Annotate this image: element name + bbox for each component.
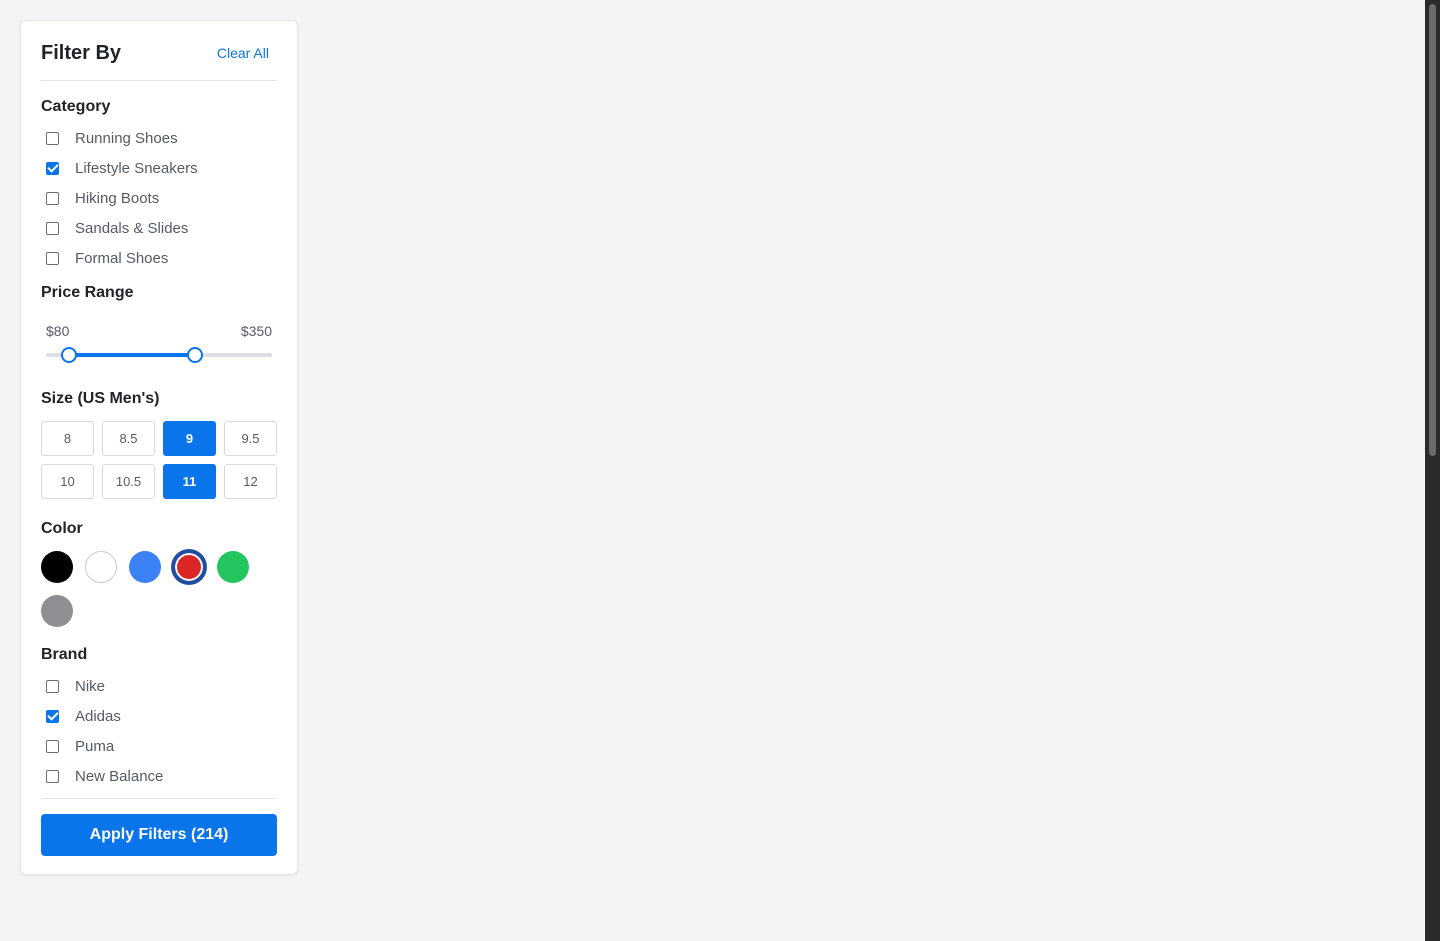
size-option-8[interactable]: 8 xyxy=(41,421,94,456)
checkbox[interactable] xyxy=(46,191,59,205)
filter-footer: Apply Filters (214) xyxy=(41,798,277,856)
color-swatch-gray[interactable] xyxy=(41,595,73,627)
price-min-label: $80 xyxy=(46,323,70,339)
size-option-9-5[interactable]: 9.5 xyxy=(224,421,277,456)
price-max-label: $350 xyxy=(240,323,272,339)
color-title: Color xyxy=(41,520,83,537)
page-scrollbar[interactable] xyxy=(1425,0,1440,941)
checkbox-label: Sandals & Slides xyxy=(75,219,189,237)
checkbox-label: Running Shoes xyxy=(75,129,178,147)
checkbox-label: Formal Shoes xyxy=(75,249,169,267)
filter-header: Filter By Clear All xyxy=(41,21,277,81)
category-option-formal-shoes[interactable]: Formal Shoes xyxy=(41,243,277,273)
slider-max-handle[interactable] xyxy=(187,347,204,363)
price-range-title: Price Range xyxy=(41,284,134,301)
checkbox-label: Puma xyxy=(75,737,115,755)
color-swatches xyxy=(41,551,271,627)
category-list: Running Shoes Lifestyle Sneakers Hiking … xyxy=(41,123,277,273)
brand-option-nike[interactable]: Nike xyxy=(41,671,277,701)
slider-min-handle[interactable] xyxy=(60,347,77,363)
size-option-12[interactable]: 12 xyxy=(224,464,277,499)
checkbox-label: Adidas xyxy=(75,707,121,725)
price-labels: $80 $350 xyxy=(46,323,272,339)
filter-title: Filter By xyxy=(41,42,122,64)
checkbox-label: Nike xyxy=(75,677,106,695)
brand-option-new-balance[interactable]: New Balance xyxy=(41,761,277,791)
page: Filter By Clear All Category Running Sho… xyxy=(0,0,1440,941)
category-option-lifestyle-sneakers[interactable]: Lifestyle Sneakers xyxy=(41,153,277,183)
category-option-hiking-boots[interactable]: Hiking Boots xyxy=(41,183,277,213)
category-title: Category xyxy=(41,98,111,115)
size-option-8-5[interactable]: 8.5 xyxy=(102,421,155,456)
checkbox[interactable] xyxy=(46,161,59,175)
brand-list: Nike Adidas Puma New Balance xyxy=(41,671,277,791)
color-swatch-green[interactable] xyxy=(217,551,249,583)
clear-all-link[interactable]: Clear All xyxy=(217,41,277,61)
checkbox[interactable] xyxy=(46,131,59,145)
checkbox[interactable] xyxy=(46,679,59,693)
category-option-sandals-slides[interactable]: Sandals & Slides xyxy=(41,213,277,243)
checkbox-label: Lifestyle Sneakers xyxy=(75,159,198,177)
color-swatch-black[interactable] xyxy=(41,551,73,583)
size-grid: 8 8.5 9 9.5 10 10.5 11 12 xyxy=(41,421,277,499)
checkbox[interactable] xyxy=(46,739,59,753)
scrollbar-thumb[interactable] xyxy=(1429,4,1436,456)
size-option-11[interactable]: 11 xyxy=(163,464,216,499)
size-title: Size (US Men's) xyxy=(41,390,160,407)
checkbox-label: Hiking Boots xyxy=(75,189,160,207)
category-option-running-shoes[interactable]: Running Shoes xyxy=(41,123,277,153)
checkbox[interactable] xyxy=(46,221,59,235)
brand-option-adidas[interactable]: Adidas xyxy=(41,701,277,731)
price-range-slider[interactable] xyxy=(46,347,272,363)
size-option-10-5[interactable]: 10.5 xyxy=(102,464,155,499)
filter-panel: Filter By Clear All Category Running Sho… xyxy=(20,20,298,875)
color-swatch-blue[interactable] xyxy=(129,551,161,583)
checkbox[interactable] xyxy=(46,709,59,723)
color-swatch-white[interactable] xyxy=(85,551,117,583)
apply-filters-button[interactable]: Apply Filters (214) xyxy=(41,814,277,856)
brand-option-puma[interactable]: Puma xyxy=(41,731,277,761)
checkbox[interactable] xyxy=(46,251,59,265)
checkbox-label: New Balance xyxy=(75,767,164,785)
size-option-10[interactable]: 10 xyxy=(41,464,94,499)
checkbox[interactable] xyxy=(46,769,59,783)
color-swatch-red[interactable] xyxy=(173,551,205,583)
slider-range-fill xyxy=(68,353,196,357)
size-option-9[interactable]: 9 xyxy=(163,421,216,456)
brand-title: Brand xyxy=(41,646,88,663)
